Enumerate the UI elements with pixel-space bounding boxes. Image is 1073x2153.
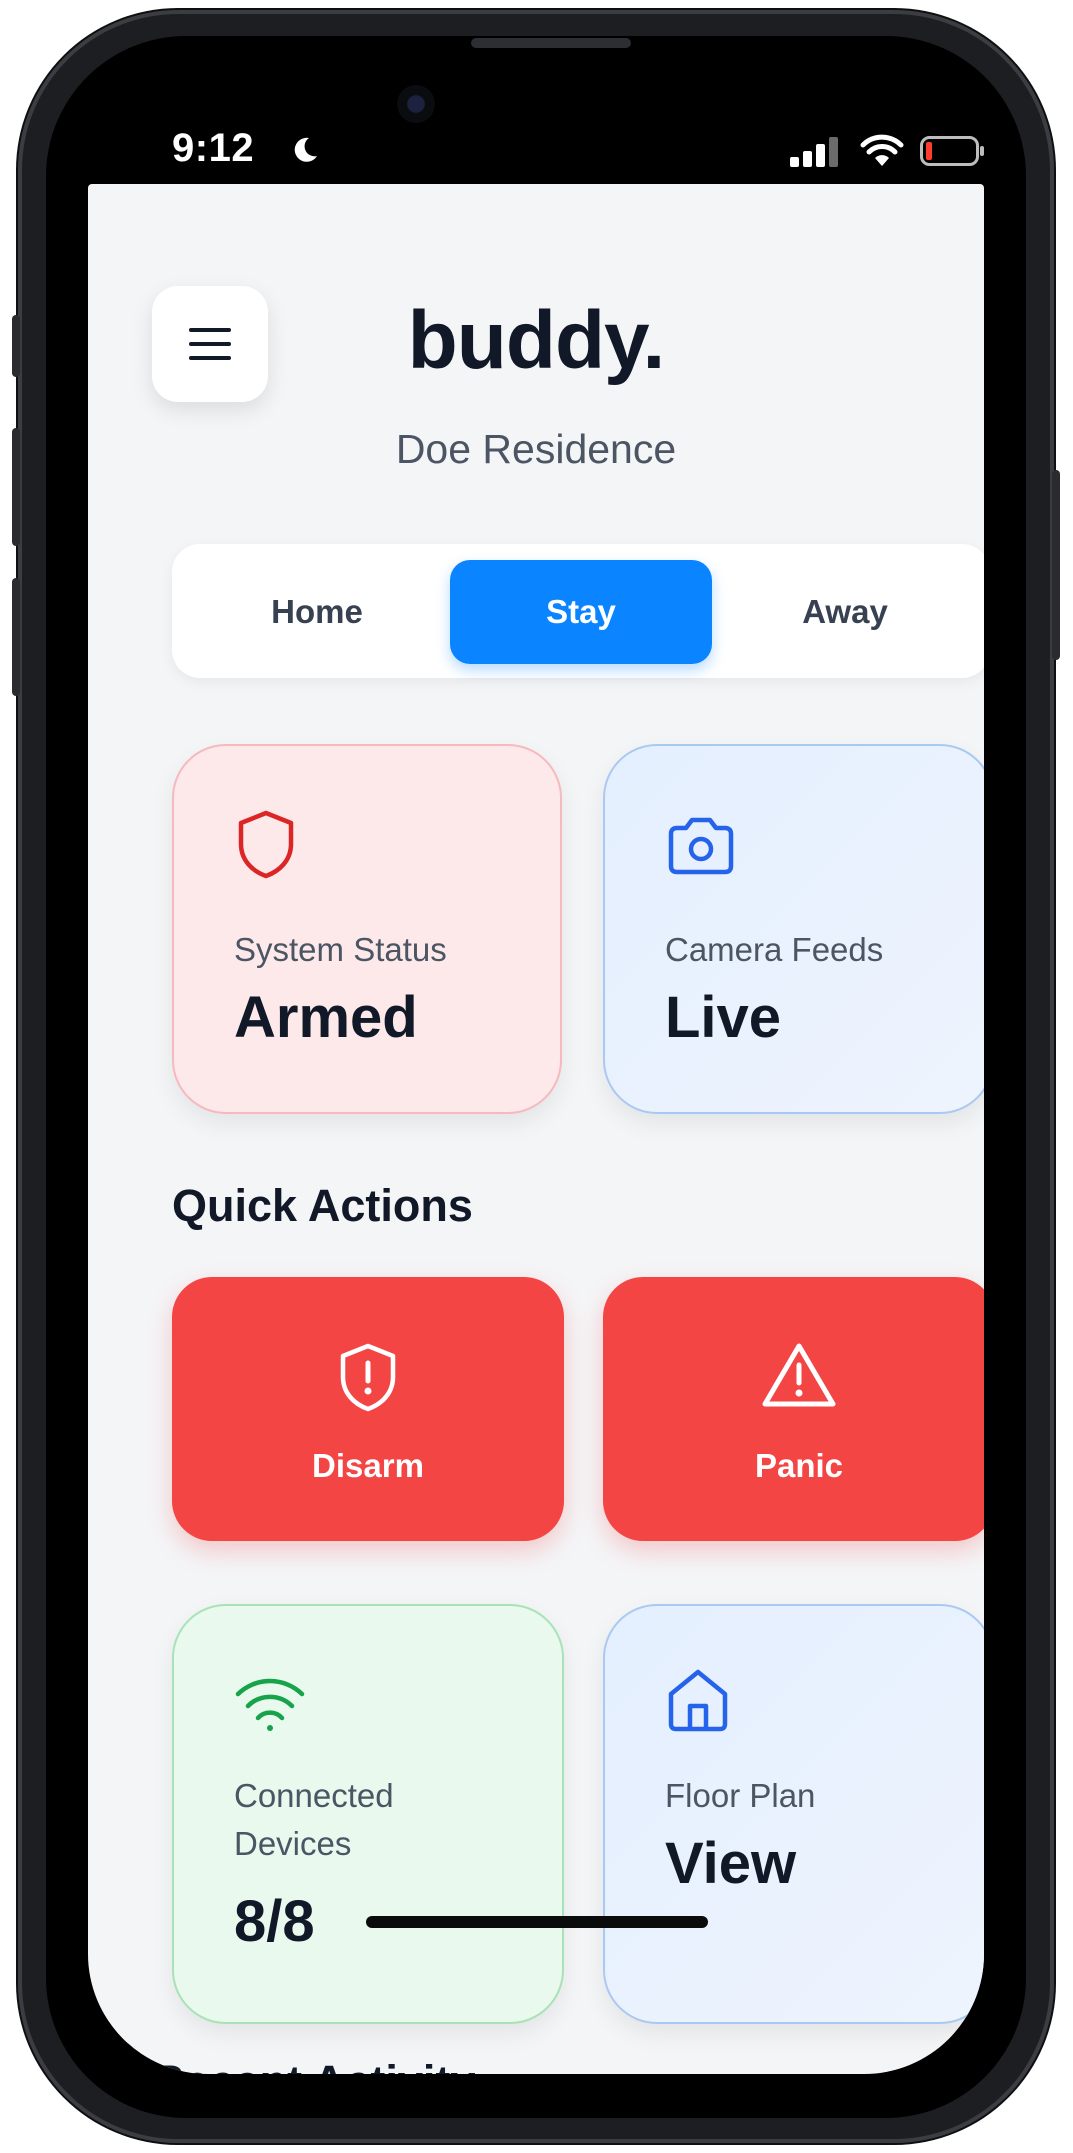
warning-triangle-icon bbox=[762, 1343, 836, 1407]
card-value: 8/8 bbox=[234, 1889, 315, 1954]
card-label: Devices bbox=[234, 1825, 352, 1862]
system-status-card[interactable]: System Status Armed bbox=[172, 744, 562, 1114]
phone-frame: 9:12 buddy. Doe Residence Home Stay Away… bbox=[12, 10, 1060, 2143]
camera-icon bbox=[668, 817, 734, 875]
card-label: Connected bbox=[234, 1777, 394, 1814]
power-button bbox=[1052, 470, 1060, 660]
earpiece-speaker bbox=[471, 38, 631, 48]
volume-up-button bbox=[12, 428, 20, 546]
app-title: buddy. bbox=[407, 295, 666, 386]
action-label: Disarm bbox=[312, 1447, 424, 1484]
status-time: 9:12 bbox=[172, 126, 255, 170]
residence-name: Doe Residence bbox=[395, 426, 677, 472]
moon-icon bbox=[294, 137, 317, 162]
shield-icon bbox=[238, 810, 294, 879]
card-value: Armed bbox=[234, 985, 418, 1050]
quick-actions-title: Quick Actions bbox=[172, 1180, 473, 1231]
shield-alert-icon bbox=[340, 1343, 396, 1412]
volume-down-button bbox=[12, 578, 20, 696]
panic-button[interactable]: Panic bbox=[603, 1277, 984, 1541]
tab-label: Home bbox=[271, 593, 363, 630]
wifi-icon bbox=[235, 1678, 305, 1731]
house-icon bbox=[668, 1669, 728, 1732]
card-label: Floor Plan bbox=[665, 1777, 816, 1814]
mode-toggle: Home Stay Away bbox=[172, 544, 984, 678]
battery-low-icon bbox=[920, 136, 984, 166]
card-value: View bbox=[665, 1831, 797, 1896]
app-screen: buddy. Doe Residence Home Stay Away Syst… bbox=[88, 184, 984, 2074]
connected-devices-card[interactable]: Connected Devices 8/8 bbox=[172, 1604, 564, 2024]
card-label: System Status bbox=[234, 931, 447, 968]
action-label: Panic bbox=[754, 1447, 844, 1484]
cellular-signal-icon bbox=[790, 137, 838, 167]
tab-label: Away bbox=[802, 593, 888, 630]
recent-activity-title: Recent Activity bbox=[152, 2056, 475, 2074]
card-value: Live bbox=[665, 985, 782, 1050]
tab-home[interactable]: Home bbox=[186, 560, 448, 664]
tab-away[interactable]: Away bbox=[714, 560, 976, 664]
phone-bezel: 9:12 buddy. Doe Residence Home Stay Away… bbox=[46, 36, 1026, 2118]
tab-label: Stay bbox=[546, 593, 616, 630]
camera-feeds-card[interactable]: Camera Feeds Live bbox=[603, 744, 984, 1114]
card-label: Camera Feeds bbox=[665, 931, 884, 968]
tab-stay[interactable]: Stay bbox=[450, 560, 712, 664]
disarm-button[interactable]: Disarm bbox=[172, 1277, 564, 1541]
front-camera bbox=[397, 85, 435, 123]
floor-plan-card[interactable]: Floor Plan View bbox=[603, 1604, 984, 2024]
wifi-icon bbox=[860, 134, 904, 166]
action-button bbox=[12, 315, 20, 377]
home-indicator[interactable] bbox=[366, 1916, 708, 1928]
